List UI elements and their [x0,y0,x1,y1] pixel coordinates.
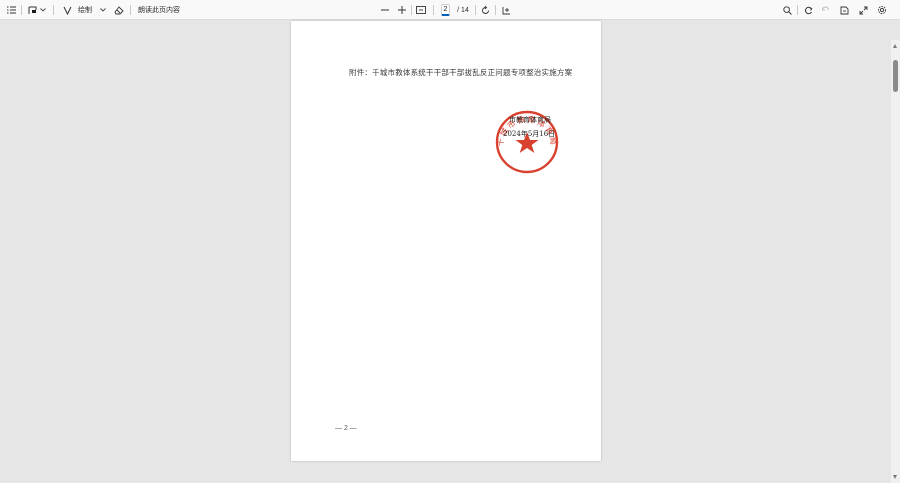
toolbar-divider [411,5,412,15]
chevron-down-icon[interactable] [39,0,47,20]
save-as-icon[interactable] [838,0,850,20]
search-icon[interactable] [781,0,793,20]
read-aloud-button[interactable]: 朗读此页内容 [136,0,182,20]
scroll-down-icon[interactable] [893,475,897,479]
page-number-input[interactable]: 2 [441,4,450,16]
toolbar-divider [495,5,496,15]
save-icon[interactable] [819,0,831,20]
print-icon[interactable] [802,0,814,20]
erase-icon[interactable] [113,0,125,20]
chevron-down-icon[interactable] [99,0,107,20]
fit-page-icon[interactable] [415,0,427,20]
page-view-icon[interactable] [500,0,512,20]
draw-icon[interactable] [61,0,73,20]
attachment-title: 附件：千城市教体系统干干部干部拔乱反正问题专项整治实施方案 [349,68,573,77]
pdf-page: 附件：千城市教体系统干干部干部拔乱反正问题专项整治实施方案 千城市教育体育局 市… [291,21,601,461]
toolbar-divider [130,5,131,15]
toolbar-divider [53,5,54,15]
fullscreen-icon[interactable] [857,0,869,20]
contents-icon[interactable] [5,0,17,20]
toolbar-divider [433,5,434,15]
settings-icon[interactable] [876,0,888,20]
draw-label[interactable]: 绘制 [76,0,94,20]
toolbar-divider [475,5,476,15]
seal-date-line: 2024年5月16日 [503,130,556,138]
toolbar-divider [797,5,798,15]
scroll-up-icon[interactable] [893,44,897,48]
rotate-icon[interactable] [479,0,491,20]
toolbar-divider [21,5,22,15]
pdf-toolbar: 绘制 朗读此页内容 2 / 14 [0,0,900,20]
document-viewport[interactable]: 附件：千城市教体系统干干部干部拔乱反正问题专项整治实施方案 千城市教育体育局 市… [0,20,900,483]
zoom-in-icon[interactable] [397,0,407,20]
zoom-out-icon[interactable] [380,0,390,20]
scrollbar-thumb[interactable] [893,60,898,92]
vertical-scrollbar[interactable] [891,40,900,483]
page-number: — 2 — [335,425,357,432]
seal-org-line: 市教育体育局 [509,116,551,124]
page-total: / 14 [457,6,469,14]
highlight-icon[interactable] [26,0,38,20]
